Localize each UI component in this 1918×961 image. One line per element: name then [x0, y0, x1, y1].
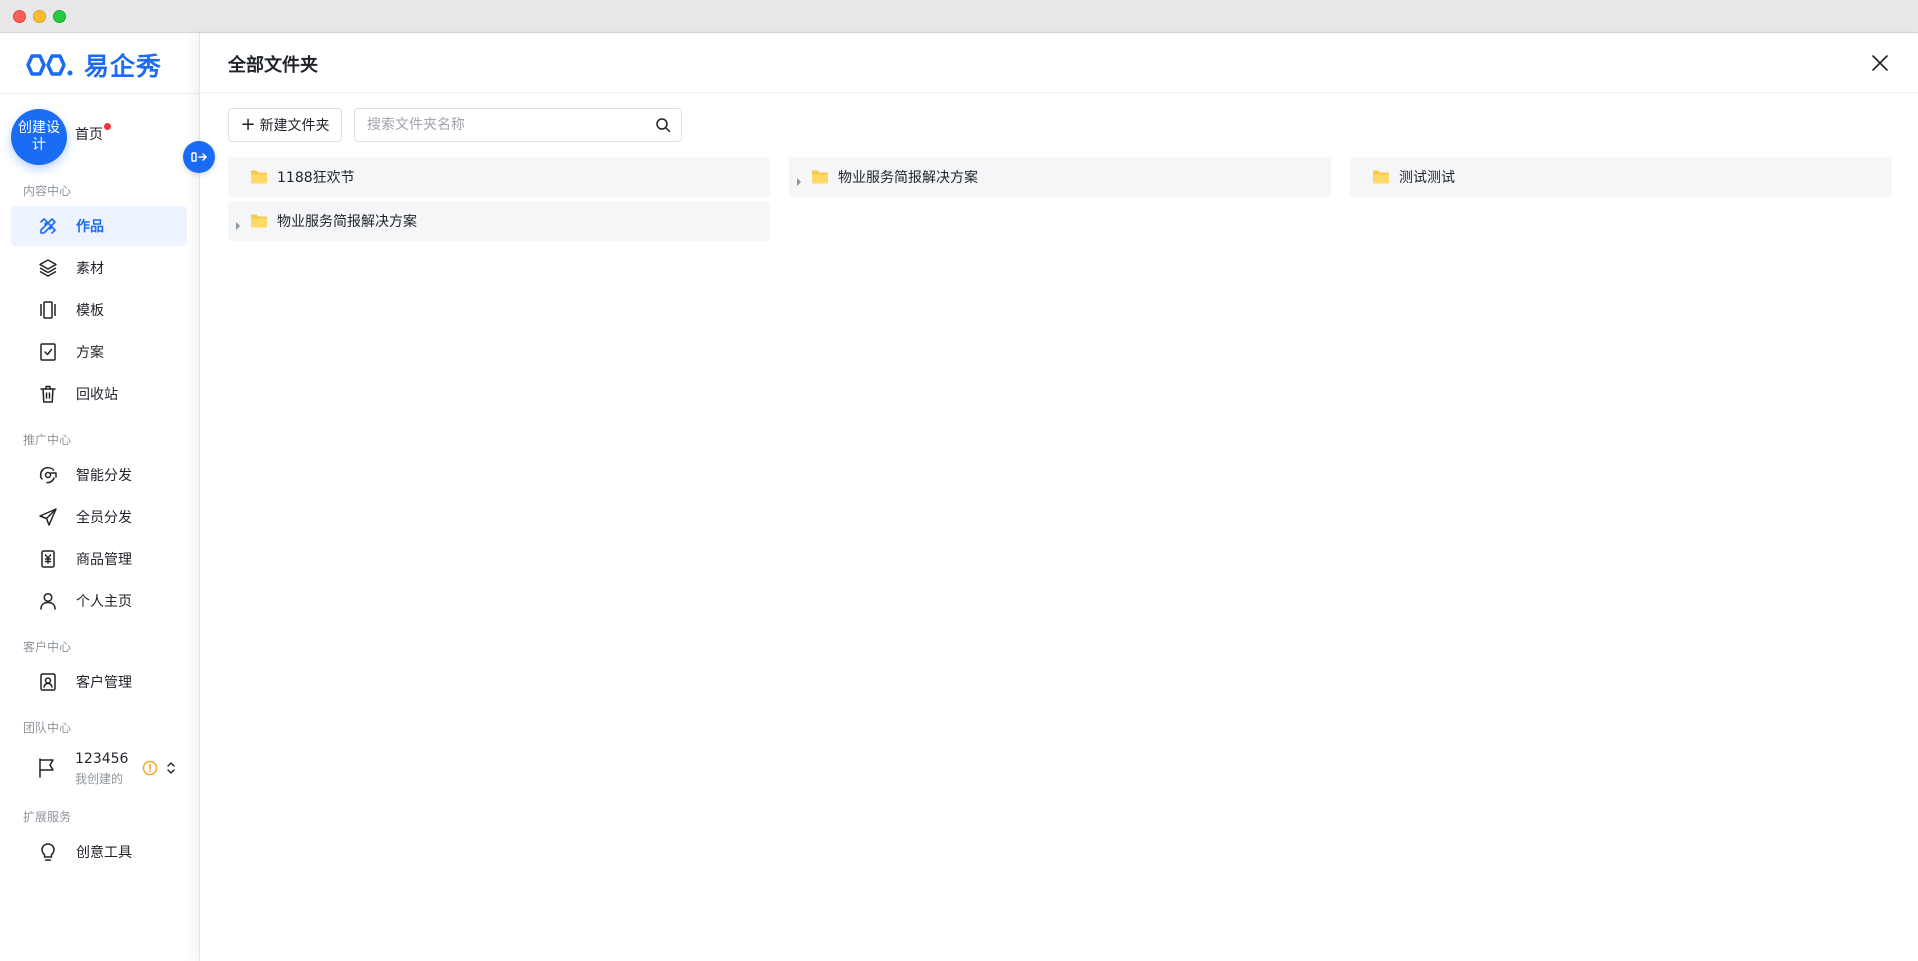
contacts-icon	[37, 671, 59, 693]
folder-name: 1188狂欢节	[277, 170, 355, 186]
window-close-button[interactable]	[13, 10, 26, 23]
sidebar-item-personal-homepage[interactable]: 个人主页	[11, 581, 187, 621]
sidebar-item-label: 智能分发	[76, 468, 132, 484]
folder-item[interactable]: 物业服务简报解决方案	[228, 201, 770, 241]
warning-icon[interactable]	[142, 760, 158, 776]
search-input[interactable]	[355, 109, 635, 141]
layers-icon	[37, 257, 59, 279]
team-name[interactable]: 123456	[75, 751, 128, 767]
sidebar-item-label: 个人主页	[76, 594, 132, 610]
team-switch-icon[interactable]	[163, 760, 179, 776]
sidebar-item-creative-tools[interactable]: 创意工具	[11, 832, 187, 872]
section-title-team: 团队中心	[23, 721, 72, 735]
sidebar-item-recycle-bin[interactable]: 回收站	[11, 374, 187, 414]
section-title-content: 内容中心	[23, 184, 72, 198]
brand-name: 易企秀	[84, 52, 163, 81]
sidebar-item-label: 客户管理	[76, 675, 132, 691]
app-window: 易企秀 创建设计 首页 内容中心 作品 素材 模板 方案 回收站 推广中心 智能…	[0, 0, 1918, 961]
logo-icon	[22, 53, 78, 77]
works-icon	[37, 215, 59, 237]
section-title-extension: 扩展服务	[23, 810, 72, 824]
folder-icon	[1372, 169, 1390, 185]
expand-caret-icon[interactable]	[795, 172, 803, 186]
folder-panel: 全部文件夹 + 新建文件夹 搜索文件夹名称 1188狂欢节 物业服务简报解决方案…	[199, 33, 1918, 961]
sidebar-item-plans[interactable]: 方案	[11, 332, 187, 372]
panel-header: 全部文件夹	[200, 33, 1918, 93]
folder-icon	[250, 169, 268, 185]
flag-icon	[37, 757, 59, 779]
window-minimize-button[interactable]	[33, 10, 46, 23]
folder-item[interactable]: 测试测试	[1350, 157, 1892, 197]
folder-icon	[811, 169, 829, 185]
sidebar-item-customer-management[interactable]: 客户管理	[11, 662, 187, 702]
sidebar-item-label: 素材	[76, 261, 104, 277]
notification-dot	[104, 123, 111, 130]
template-icon	[37, 299, 59, 321]
product-icon	[37, 548, 59, 570]
collapse-sidebar-button[interactable]	[183, 141, 215, 173]
sidebar-item-smart-distribution[interactable]: 智能分发	[11, 455, 187, 495]
title-bar	[0, 0, 1918, 33]
sidebar-item-all-staff-distribution[interactable]: 全员分发	[11, 497, 187, 537]
page-title: 全部文件夹	[228, 55, 318, 76]
new-folder-button[interactable]: + 新建文件夹	[228, 108, 342, 142]
bulb-icon	[37, 841, 59, 863]
sidebar-item-materials[interactable]: 素材	[11, 248, 187, 288]
close-icon[interactable]	[1869, 52, 1891, 74]
folder-icon	[250, 213, 268, 229]
send-icon	[37, 506, 59, 528]
section-title-promotion: 推广中心	[23, 433, 72, 447]
sidebar-item-label: 回收站	[76, 387, 118, 403]
sidebar-item-label: 创意工具	[76, 845, 132, 861]
folder-name: 测试测试	[1399, 170, 1455, 186]
new-folder-label: 新建文件夹	[259, 118, 330, 134]
sidebar: 易企秀 创建设计 首页 内容中心 作品 素材 模板 方案 回收站 推广中心 智能…	[0, 33, 199, 961]
sidebar-item-home[interactable]: 首页	[75, 124, 103, 144]
sidebar-item-product-management[interactable]: 商品管理	[11, 539, 187, 579]
trash-icon	[37, 383, 59, 405]
folder-toolbar: + 新建文件夹	[228, 108, 682, 142]
folder-search	[354, 108, 682, 142]
checklist-icon	[37, 341, 59, 363]
folder-item[interactable]: 1188狂欢节	[228, 157, 770, 197]
sidebar-item-works[interactable]: 作品	[11, 206, 187, 246]
sidebar-item-label: 作品	[76, 219, 104, 235]
plus-icon: +	[240, 114, 256, 135]
divider	[0, 93, 199, 94]
create-design-button[interactable]: 创建设计	[11, 109, 67, 165]
expand-caret-icon[interactable]	[234, 216, 242, 230]
folder-item[interactable]: 物业服务简报解决方案	[789, 157, 1331, 197]
team-role: 我创建的	[75, 772, 124, 786]
section-title-customer: 客户中心	[23, 640, 72, 654]
smart-share-icon	[37, 464, 59, 486]
sidebar-item-templates[interactable]: 模板	[11, 290, 187, 330]
folder-name: 物业服务简报解决方案	[838, 170, 978, 186]
folder-name: 物业服务简报解决方案	[277, 214, 417, 230]
search-icon[interactable]	[655, 117, 671, 133]
user-icon	[37, 590, 59, 612]
window-maximize-button[interactable]	[53, 10, 66, 23]
sidebar-item-label: 模板	[76, 303, 104, 319]
sidebar-item-label: 方案	[76, 345, 104, 361]
collapse-icon	[191, 148, 207, 167]
brand-logo[interactable]: 易企秀	[22, 45, 162, 85]
sidebar-item-label: 商品管理	[76, 552, 132, 568]
sidebar-item-label: 全员分发	[76, 510, 132, 526]
